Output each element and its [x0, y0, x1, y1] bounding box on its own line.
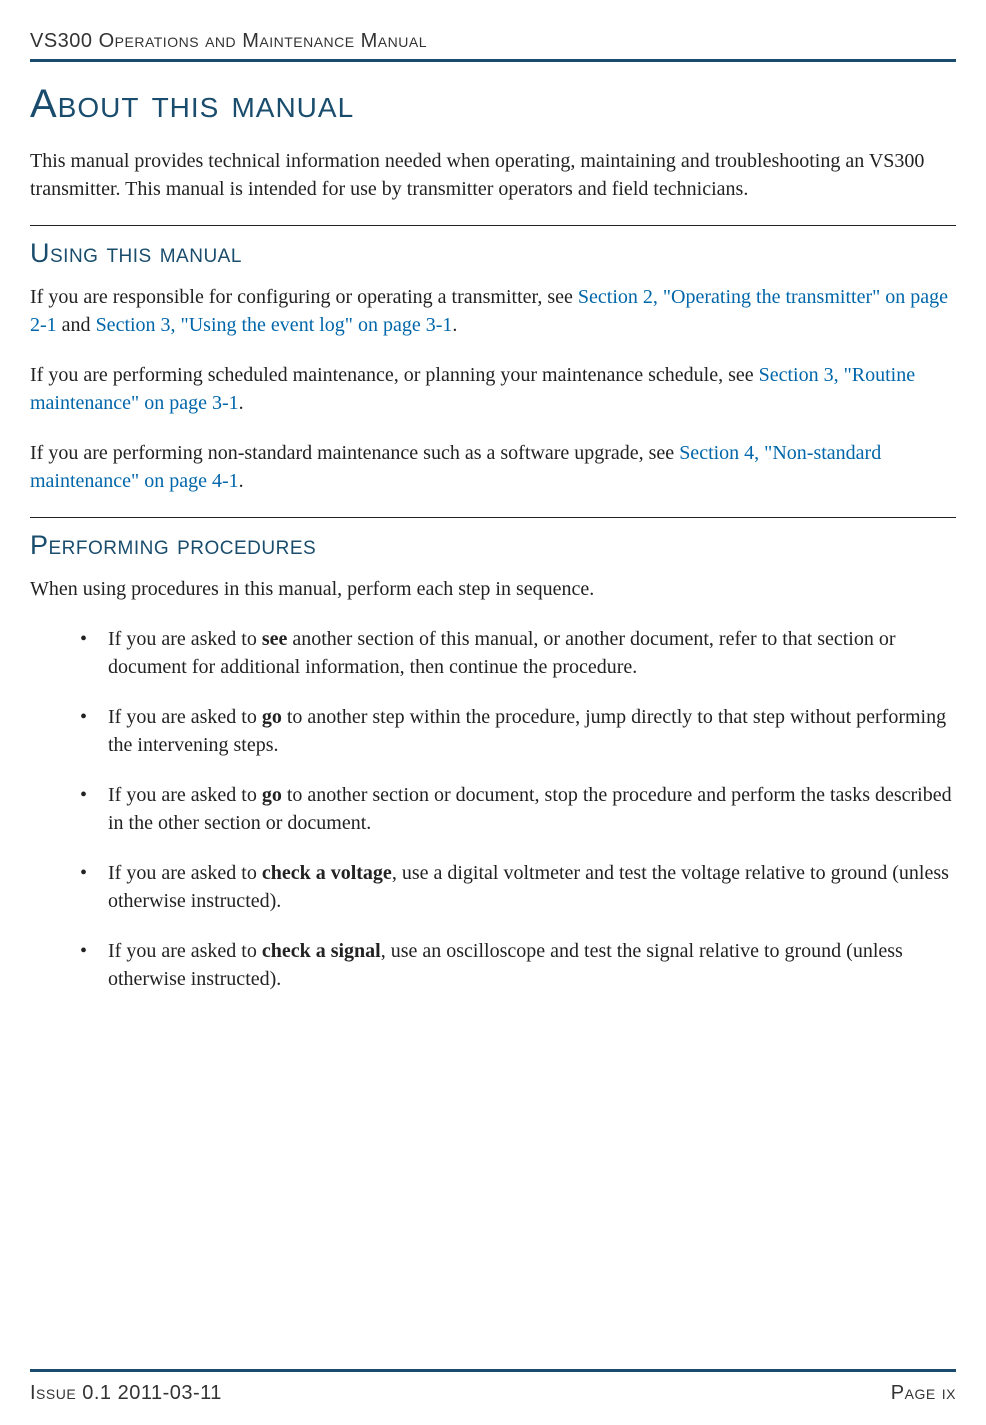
performing-intro: When using procedures in this manual, pe… — [30, 575, 956, 603]
text-fragment: . — [239, 392, 244, 414]
section-title-using: Using this manual — [30, 238, 956, 269]
section-divider — [30, 225, 956, 226]
page-header: VS300 Operations and Maintenance Manual — [30, 30, 956, 59]
section-divider — [30, 517, 956, 518]
list-item: If you are asked to check a signal, use … — [80, 937, 956, 993]
footer-issue-date: Issue 0.1 2011-03-11 — [30, 1382, 222, 1405]
text-fragment: and — [57, 314, 96, 336]
header-rule — [30, 59, 956, 62]
text-fragment: If you are asked to — [108, 862, 262, 884]
text-fragment: If you are performing non-standard maint… — [30, 442, 679, 464]
text-fragment: If you are asked to — [108, 706, 262, 728]
cross-ref-link[interactable]: Section 3, "Using the event log" on page… — [96, 314, 453, 336]
text-fragment: If you are asked to — [108, 628, 262, 650]
text-fragment: . — [452, 314, 457, 336]
list-item: If you are asked to go to another step w… — [80, 703, 956, 759]
bold-term: check a voltage — [262, 862, 392, 884]
list-item: If you are asked to check a voltage, use… — [80, 859, 956, 915]
main-title: About this manual — [30, 82, 956, 127]
text-fragment: . — [239, 470, 244, 492]
text-fragment: If you are responsible for configuring o… — [30, 286, 578, 308]
text-fragment: If you are asked to — [108, 784, 262, 806]
section-title-performing: Performing procedures — [30, 530, 956, 561]
using-para-3: If you are performing non-standard maint… — [30, 439, 956, 495]
text-fragment: If you are asked to — [108, 940, 262, 962]
text-fragment: If you are performing scheduled maintena… — [30, 364, 759, 386]
intro-paragraph: This manual provides technical informati… — [30, 147, 956, 203]
footer-rule — [30, 1369, 956, 1372]
page-footer: Issue 0.1 2011-03-11 Page ix — [30, 1369, 956, 1405]
using-para-1: If you are responsible for configuring o… — [30, 283, 956, 339]
using-para-2: If you are performing scheduled maintena… — [30, 361, 956, 417]
bold-term: go — [262, 706, 282, 728]
bold-term: go — [262, 784, 282, 806]
procedure-bullet-list: If you are asked to see another section … — [30, 625, 956, 993]
list-item: If you are asked to see another section … — [80, 625, 956, 681]
list-item: If you are asked to go to another sectio… — [80, 781, 956, 837]
footer-page-number: Page ix — [891, 1382, 956, 1405]
footer-row: Issue 0.1 2011-03-11 Page ix — [30, 1382, 956, 1405]
bold-term: check a signal — [262, 940, 381, 962]
bold-term: see — [262, 628, 288, 650]
